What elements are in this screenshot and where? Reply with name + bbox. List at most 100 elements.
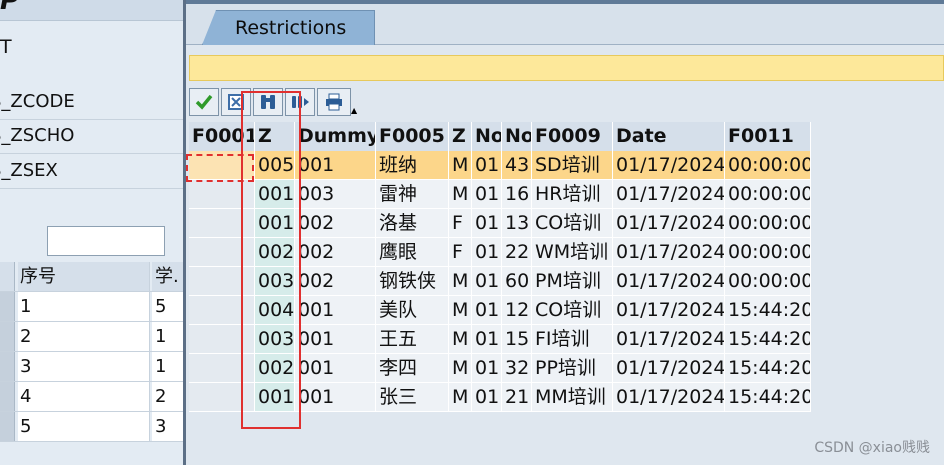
table-row[interactable]: 004 001 美队 M 01 12 CO培训 01/17/2024 15:44:20: [189, 296, 814, 325]
row-selector-cell[interactable]: [189, 180, 255, 209]
printer-icon: [326, 93, 342, 111]
table-cell-z2: M: [449, 180, 472, 209]
table-cell-no: 01: [472, 325, 502, 354]
find-button[interactable]: [253, 88, 283, 116]
table-row[interactable]: 5 3: [0, 412, 183, 442]
find-next-button[interactable]: [285, 88, 315, 116]
row-selector-cell[interactable]: [189, 267, 255, 296]
background-logo: P: [0, 0, 20, 16]
table-cell-no: 01: [472, 383, 502, 412]
column-header-no[interactable]: No: [472, 122, 502, 151]
table-cell-f0009: MM培训: [532, 383, 613, 412]
column-header-z[interactable]: Z: [255, 122, 295, 151]
row-selector[interactable]: [0, 382, 15, 411]
table-cell-f0005: 美队: [376, 296, 449, 325]
table-cell-no: 01: [472, 354, 502, 383]
table-cell-z2: M: [449, 354, 472, 383]
field-label-zcode: S_ZCODE: [0, 85, 183, 120]
row-selector[interactable]: [0, 412, 15, 441]
table-cell-no2: 60: [502, 267, 532, 296]
table-row[interactable]: 2 1: [0, 322, 183, 352]
table-cell-date: 01/17/2024: [613, 383, 725, 412]
background-window-header: [0, 0, 183, 21]
table-cell-dummy: 001: [295, 354, 376, 383]
continue-button[interactable]: [189, 88, 219, 116]
column-header-dummy[interactable]: Dummy: [295, 122, 376, 151]
table-cell-no2: 12: [502, 296, 532, 325]
table-cell-dummy: 001: [295, 383, 376, 412]
table-cell: 2: [152, 382, 183, 411]
print-dropdown-icon[interactable]: ▲: [351, 106, 357, 115]
column-header-z2[interactable]: Z: [449, 122, 472, 151]
table-cell-z: 002: [255, 238, 295, 267]
column-header-f0005[interactable]: F0005: [376, 122, 449, 151]
table-row[interactable]: 003 001 王五 M 01 15 FI培训 01/17/2024 15:44:20: [189, 325, 814, 354]
table-cell-f0009: PM培训: [532, 267, 613, 296]
table-cell-f0009: HR培训: [532, 180, 613, 209]
table-row[interactable]: 4 2: [0, 382, 183, 412]
table-cell-z: 001: [255, 180, 295, 209]
select-all-button[interactable]: [221, 88, 251, 116]
row-selector-cell[interactable]: [189, 151, 255, 180]
column-header-student[interactable]: 学.: [152, 262, 183, 291]
table-cell: 1: [152, 322, 183, 351]
table-row[interactable]: 3 1: [0, 352, 183, 382]
table-cell-z2: F: [449, 238, 472, 267]
table-row[interactable]: 001 003 雷神 M 01 16 HR培训 01/17/2024 00:00:00: [189, 180, 814, 209]
row-selector[interactable]: [0, 352, 15, 381]
row-selector-cell[interactable]: [189, 238, 255, 267]
table-cell-f0011: 15:44:20: [725, 354, 811, 383]
background-input[interactable]: [47, 226, 165, 256]
table-row[interactable]: 001 002 洛基 F 01 13 CO培训 01/17/2024 00:00:00: [189, 209, 814, 238]
table-cell: 5: [18, 412, 150, 441]
table-cell-date: 01/17/2024: [613, 325, 725, 354]
row-selector[interactable]: [0, 292, 15, 321]
grid-header-row: F0001 Z Dummy F0005 Z No No F0009 Date F0011: [189, 122, 814, 151]
row-selector-cell[interactable]: [189, 383, 255, 412]
print-button[interactable]: [317, 88, 351, 116]
table-cell-f0011: 15:44:20: [725, 325, 811, 354]
table-cell: 2: [18, 322, 150, 351]
table-cell-z: 003: [255, 325, 295, 354]
table-cell-f0005: 洛基: [376, 209, 449, 238]
table-row[interactable]: 003 002 钢铁侠 M 01 60 PM培训 01/17/2024 00:00:00: [189, 267, 814, 296]
tab-restrictions[interactable]: Restrictions: [202, 10, 376, 45]
background-table-header: 序号 学.: [0, 262, 183, 292]
table-cell-date: 01/17/2024: [613, 354, 725, 383]
row-selector-cell[interactable]: [189, 325, 255, 354]
table-row[interactable]: 002 002 鹰眼 F 01 22 WM培训 01/17/2024 00:00:00: [189, 238, 814, 267]
find-next-icon: [292, 96, 309, 108]
table-cell-dummy: 002: [295, 267, 376, 296]
row-selector-cell[interactable]: [189, 209, 255, 238]
table-cell-date: 01/17/2024: [613, 296, 725, 325]
table-cell-f0009: CO培训: [532, 296, 613, 325]
table-row[interactable]: 005 001 班纳 M 01 43 SD培训 01/17/2024 00:00:00: [189, 151, 814, 180]
table-cell-z2: M: [449, 267, 472, 296]
table-cell-no: 01: [472, 238, 502, 267]
column-header-seq[interactable]: 序号: [18, 262, 150, 291]
table-cell-no: 01: [472, 209, 502, 238]
field-label-zscho: S_ZSCHO: [0, 119, 183, 154]
column-header-f0001[interactable]: F0001: [189, 122, 255, 151]
row-selector-cell[interactable]: [189, 354, 255, 383]
column-header-f0011[interactable]: F0011: [725, 122, 811, 151]
table-cell-dummy: 001: [295, 296, 376, 325]
table-row[interactable]: 001 001 张三 M 01 21 MM培训 01/17/2024 15:44:20: [189, 383, 814, 412]
table-row[interactable]: 002 001 李四 M 01 32 PP培训 01/17/2024 15:44:20: [189, 354, 814, 383]
column-header-no2[interactable]: No: [502, 122, 532, 151]
table-cell-f0011: 15:44:20: [725, 296, 811, 325]
results-grid: F0001 Z Dummy F0005 Z No No F0009 Date F0011 005 00…: [189, 122, 814, 412]
table-cell-f0011: 00:00:00: [725, 180, 811, 209]
column-header-f0009[interactable]: F0009: [532, 122, 613, 151]
row-selector[interactable]: [0, 322, 15, 351]
table-cell-z: 001: [255, 383, 295, 412]
column-header-date[interactable]: Date: [613, 122, 725, 151]
table-cell-f0005: 李四: [376, 354, 449, 383]
table-cell-z: 005: [255, 151, 295, 180]
row-selector-cell[interactable]: [189, 296, 255, 325]
table-row[interactable]: 1 5: [0, 292, 183, 322]
binoculars-icon: [261, 95, 275, 109]
table-cell: 4: [18, 382, 150, 411]
table-cell-date: 01/17/2024: [613, 151, 725, 180]
table-cell-z: 004: [255, 296, 295, 325]
